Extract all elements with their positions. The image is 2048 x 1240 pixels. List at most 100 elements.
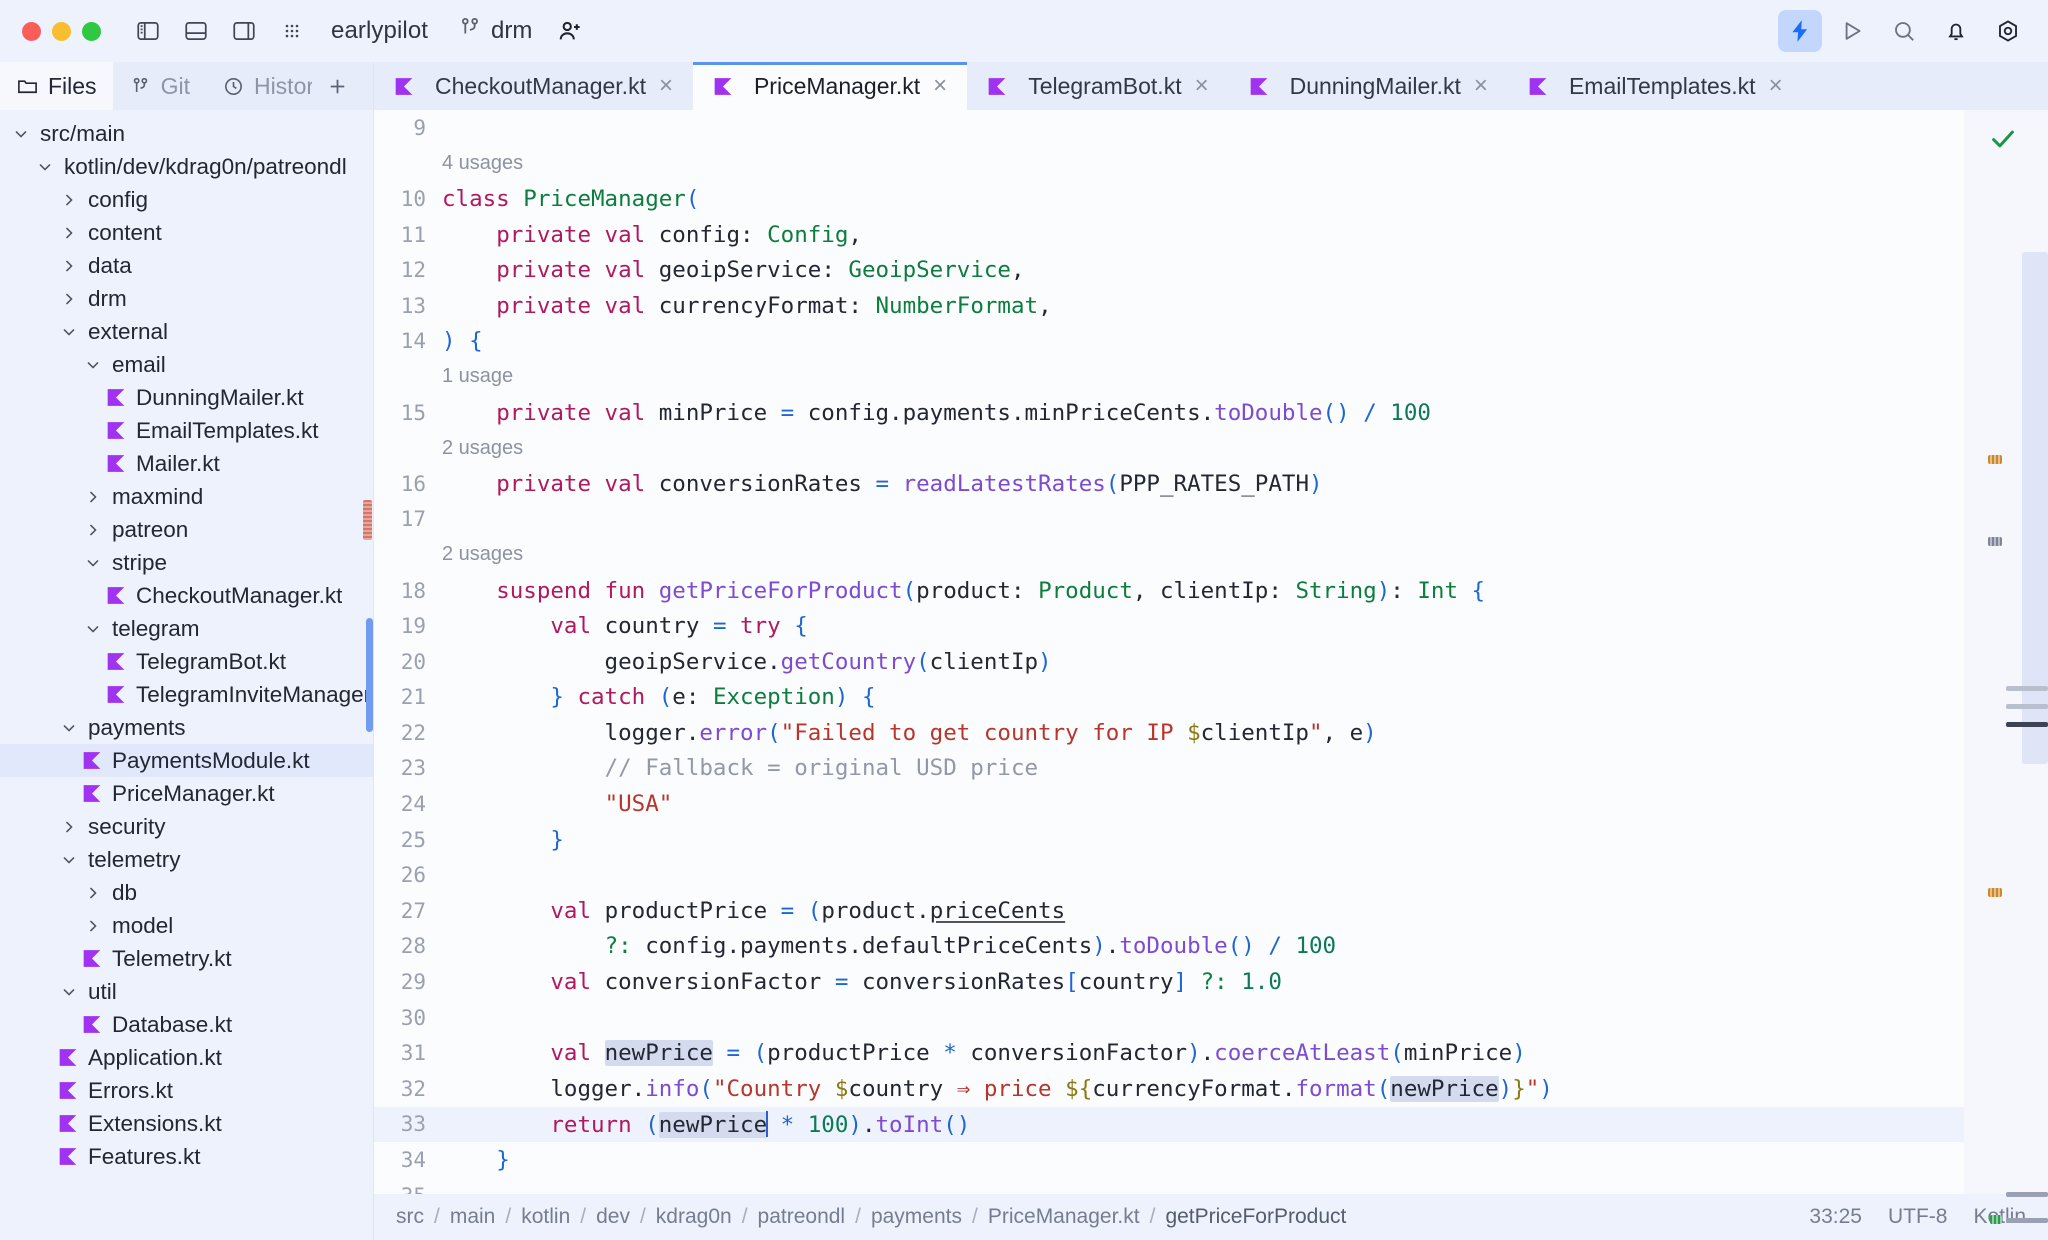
ai-assistant-icon[interactable]	[1778, 10, 1822, 52]
code-line[interactable]: 11 private val config: Config,	[374, 217, 1964, 253]
code-line[interactable]: 20 geoipService.getCountry(clientIp)	[374, 644, 1964, 680]
breadcrumb-item[interactable]: main	[450, 1205, 496, 1229]
git-branch-selector[interactable]: drm	[458, 15, 532, 47]
editor-marker-gutter[interactable]	[1964, 110, 2048, 1224]
chevron-right-icon[interactable]	[58, 189, 80, 211]
usage-hint[interactable]: 1 usage	[374, 359, 1964, 395]
sidebar-scrollbar[interactable]	[366, 618, 373, 732]
tree-file-item[interactable]: Extensions.kt	[0, 1107, 373, 1140]
close-window-button[interactable]	[22, 21, 41, 41]
editor-tab[interactable]: CheckoutManager.kt ×	[374, 62, 693, 110]
tree-folder-item[interactable]: content	[0, 216, 373, 249]
minimize-window-button[interactable]	[52, 21, 71, 41]
chevron-right-icon[interactable]	[58, 255, 80, 277]
tree-file-item[interactable]: Telemetry.kt	[0, 942, 373, 975]
editor-tab[interactable]: PriceManager.kt ×	[692, 62, 968, 110]
marker-info[interactable]	[1988, 537, 2002, 546]
close-tab-icon[interactable]: ×	[1474, 74, 1488, 98]
tree-folder-item[interactable]: telegram	[0, 612, 373, 645]
code-line[interactable]: 16 private val conversionRates = readLat…	[374, 466, 1964, 502]
tree-file-item[interactable]: DunningMailer.kt	[0, 381, 373, 414]
chevron-down-icon[interactable]	[58, 849, 80, 871]
code-line[interactable]: 9	[374, 110, 1964, 146]
code-line[interactable]: 29 val conversionFactor = conversionRate…	[374, 964, 1964, 1000]
code-line[interactable]: 10 class PriceManager(	[374, 181, 1964, 217]
code-line[interactable]: 34 }	[374, 1142, 1964, 1178]
editor-tab[interactable]: EmailTemplates.kt ×	[1508, 62, 1803, 110]
file-tree[interactable]: src/main kotlin/dev/kdrag0n/patreondl conf…	[0, 110, 373, 1240]
tree-folder-item[interactable]: kotlin/dev/kdrag0n/patreondl	[0, 150, 373, 183]
breadcrumb-item[interactable]: src	[396, 1205, 424, 1229]
close-tab-icon[interactable]: ×	[1195, 74, 1209, 98]
tree-file-item[interactable]: PaymentsModule.kt	[0, 744, 373, 777]
tree-folder-item[interactable]: src/main	[0, 117, 373, 150]
breadcrumb[interactable]: src / main / kotlin / dev / kdrag0n / patreondl / pa…	[396, 1205, 1346, 1229]
usage-hint[interactable]: 2 usages	[374, 430, 1964, 466]
grid-apps-icon[interactable]	[271, 11, 313, 51]
code-line[interactable]: 25 }	[374, 822, 1964, 858]
tree-folder-item[interactable]: model	[0, 909, 373, 942]
code-line[interactable]: 24 "USA"	[374, 786, 1964, 822]
code-line[interactable]: 22 logger.error("Failed to get country f…	[374, 715, 1964, 751]
code-line[interactable]: 13 private val currencyFormat: NumberFor…	[374, 288, 1964, 324]
tree-folder-item[interactable]: maxmind	[0, 480, 373, 513]
chevron-right-icon[interactable]	[58, 288, 80, 310]
tree-file-item[interactable]: Application.kt	[0, 1041, 373, 1074]
code-editor[interactable]: 94 usages 10 class PriceManager(11 private…	[374, 110, 1964, 1194]
settings-icon[interactable]	[1986, 10, 2030, 52]
code-line[interactable]: 21 } catch (e: Exception) {	[374, 680, 1964, 716]
chevron-right-icon[interactable]	[82, 519, 104, 541]
code-line[interactable]: 26	[374, 857, 1964, 893]
code-line[interactable]: 18 suspend fun getPriceForProduct(produc…	[374, 573, 1964, 609]
file-encoding[interactable]: UTF-8	[1888, 1205, 1948, 1229]
bottom-panel-icon[interactable]	[175, 11, 217, 51]
tree-file-item[interactable]: CheckoutManager.kt	[0, 579, 373, 612]
code-line[interactable]: 14) {	[374, 324, 1964, 360]
breadcrumb-item[interactable]: kotlin	[521, 1205, 570, 1229]
breadcrumb-item[interactable]: getPriceForProduct	[1165, 1205, 1346, 1229]
editor-tab-bar[interactable]: CheckoutManager.kt × PriceManager.kt × Teleg…	[374, 62, 2048, 110]
chevron-down-icon[interactable]	[10, 123, 32, 145]
project-name[interactable]: earlypilot	[331, 17, 428, 45]
marker-warning[interactable]	[1988, 455, 2002, 464]
right-panel-icon[interactable]	[223, 11, 265, 51]
tree-file-item[interactable]: Database.kt	[0, 1008, 373, 1041]
tree-folder-item[interactable]: db	[0, 876, 373, 909]
sidebar-tab-git[interactable]: Git	[113, 62, 206, 110]
breadcrumb-item[interactable]: PriceManager.kt	[988, 1205, 1140, 1229]
chevron-down-icon[interactable]	[58, 717, 80, 739]
tree-file-item[interactable]: PriceManager.kt	[0, 777, 373, 810]
add-person-icon[interactable]	[556, 18, 583, 45]
usage-hint[interactable]: 4 usages	[374, 146, 1964, 182]
tree-folder-item[interactable]: stripe	[0, 546, 373, 579]
code-line[interactable]: 32 logger.info("Country $country ⇒ price…	[374, 1071, 1964, 1107]
code-line[interactable]: 31 val newPrice = (productPrice * conver…	[374, 1035, 1964, 1071]
tree-folder-item[interactable]: telemetry	[0, 843, 373, 876]
tree-folder-item[interactable]: patreon	[0, 513, 373, 546]
chevron-down-icon[interactable]	[34, 156, 56, 178]
chevron-right-icon[interactable]	[82, 486, 104, 508]
tree-folder-item[interactable]: util	[0, 975, 373, 1008]
code-line[interactable]: 33 return (newPrice * 100).toInt()	[374, 1106, 1964, 1143]
inspection-ok-icon[interactable]	[1988, 124, 2018, 159]
code-line[interactable]: 35	[374, 1178, 1964, 1194]
sidebar-tab-history[interactable]: History	[206, 62, 312, 110]
marker-warning[interactable]	[1988, 888, 2002, 897]
maximize-window-button[interactable]	[82, 21, 101, 41]
editor-tab[interactable]: TelegramBot.kt ×	[967, 62, 1228, 110]
chevron-down-icon[interactable]	[82, 354, 104, 376]
close-tab-icon[interactable]: ×	[1769, 74, 1783, 98]
tree-folder-item[interactable]: data	[0, 249, 373, 282]
tree-folder-item[interactable]: drm	[0, 282, 373, 315]
tree-file-item[interactable]: Features.kt	[0, 1140, 373, 1173]
tree-file-item[interactable]: TelegramInviteManager.kt	[0, 678, 373, 711]
usage-hint[interactable]: 2 usages	[374, 537, 1964, 573]
chevron-right-icon[interactable]	[82, 882, 104, 904]
breadcrumb-item[interactable]: dev	[596, 1205, 630, 1229]
code-line[interactable]: 17	[374, 502, 1964, 538]
chevron-down-icon[interactable]	[58, 981, 80, 1003]
run-icon[interactable]	[1830, 10, 1874, 52]
caret-position[interactable]: 33:25	[1809, 1205, 1862, 1229]
tree-file-item[interactable]: Mailer.kt	[0, 447, 373, 480]
chevron-down-icon[interactable]	[82, 552, 104, 574]
